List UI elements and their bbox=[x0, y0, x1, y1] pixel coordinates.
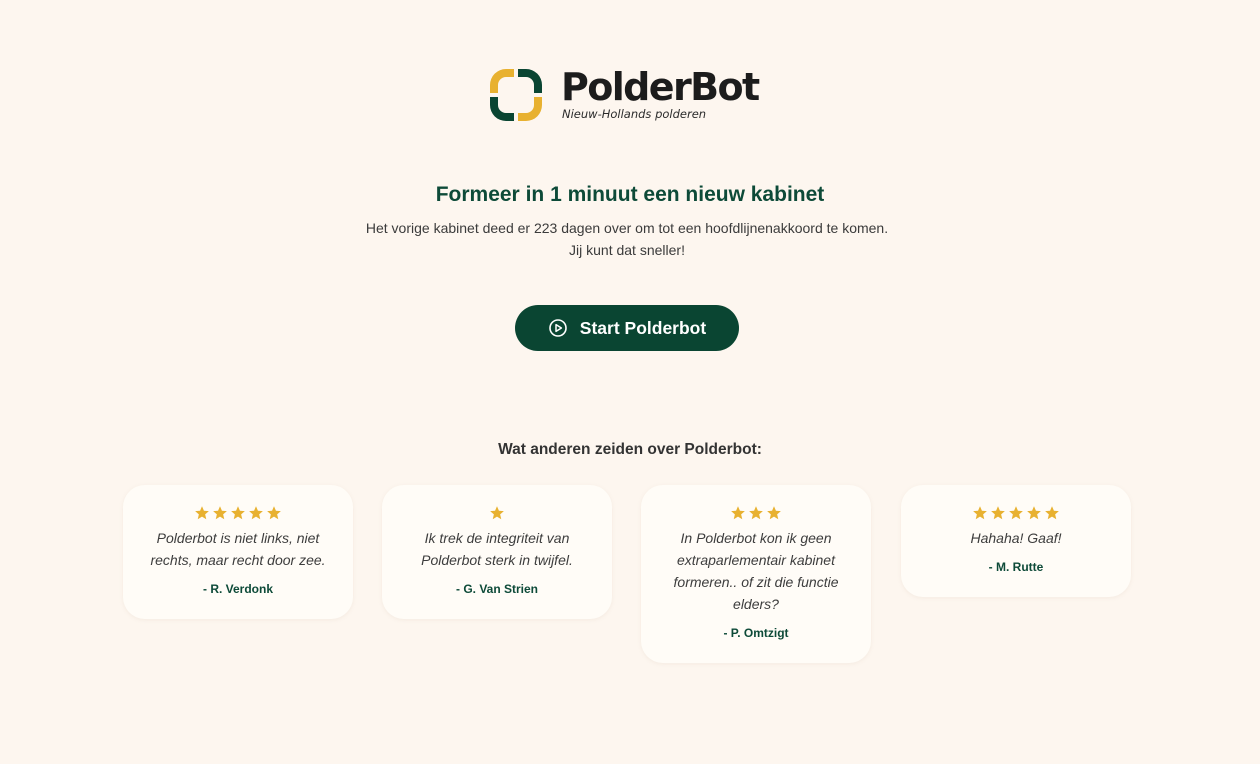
brand-name: PolderBot bbox=[561, 65, 760, 109]
review-card: Hahaha! Gaaf! - M. Rutte bbox=[901, 485, 1131, 597]
star-icon bbox=[1045, 506, 1059, 520]
star-icon bbox=[973, 506, 987, 520]
review-author: - G. Van Strien bbox=[455, 582, 539, 596]
play-circle-icon bbox=[548, 319, 567, 337]
star-icon bbox=[213, 506, 227, 520]
review-author: - R. Verdonk bbox=[202, 582, 273, 596]
star-icon bbox=[749, 506, 763, 520]
start-button-label: Start Polderbot bbox=[579, 317, 707, 338]
star-rating bbox=[137, 505, 339, 521]
review-card: Ik trek de integriteit van Polderbot ste… bbox=[382, 485, 612, 619]
review-card: In Polderbot kon ik geen extraparlementa… bbox=[641, 485, 871, 663]
star-icon bbox=[1027, 506, 1041, 520]
review-author: - P. Omtzigt bbox=[723, 626, 789, 640]
star-rating bbox=[655, 505, 857, 521]
brand-tagline: Nieuw-Hollands polderen bbox=[562, 107, 707, 121]
review-author: - M. Rutte bbox=[988, 560, 1044, 574]
polderbot-logo-icon bbox=[490, 69, 542, 121]
star-rating bbox=[396, 505, 598, 521]
star-rating bbox=[915, 505, 1117, 521]
star-icon bbox=[195, 506, 209, 520]
review-card: Polderbot is niet links, niet rechts, ma… bbox=[123, 485, 353, 619]
star-icon bbox=[231, 506, 245, 520]
reviews-heading: Wat anderen zeiden over Polderbot: bbox=[498, 441, 762, 458]
star-icon bbox=[490, 506, 504, 520]
review-quote: Ik trek de integriteit van Polderbot ste… bbox=[421, 530, 573, 568]
review-quote: Hahaha! Gaaf! bbox=[970, 530, 1062, 546]
star-icon bbox=[267, 506, 281, 520]
page-title: Formeer in 1 minuut een nieuw kabinet bbox=[435, 183, 825, 206]
star-icon bbox=[731, 506, 745, 520]
star-icon bbox=[249, 506, 263, 520]
star-icon bbox=[1009, 506, 1023, 520]
page-subtitle: Het vorige kabinet deed er 223 dagen ove… bbox=[365, 220, 889, 258]
review-quote: Polderbot is niet links, niet rechts, ma… bbox=[150, 530, 326, 568]
logo[interactable]: PolderBot Nieuw-Hollands polderen bbox=[484, 63, 760, 127]
review-quote: In Polderbot kon ik geen extraparlementa… bbox=[673, 530, 839, 612]
start-polderbot-button[interactable]: Start Polderbot bbox=[515, 305, 739, 351]
star-icon bbox=[767, 506, 781, 520]
star-icon bbox=[991, 506, 1005, 520]
